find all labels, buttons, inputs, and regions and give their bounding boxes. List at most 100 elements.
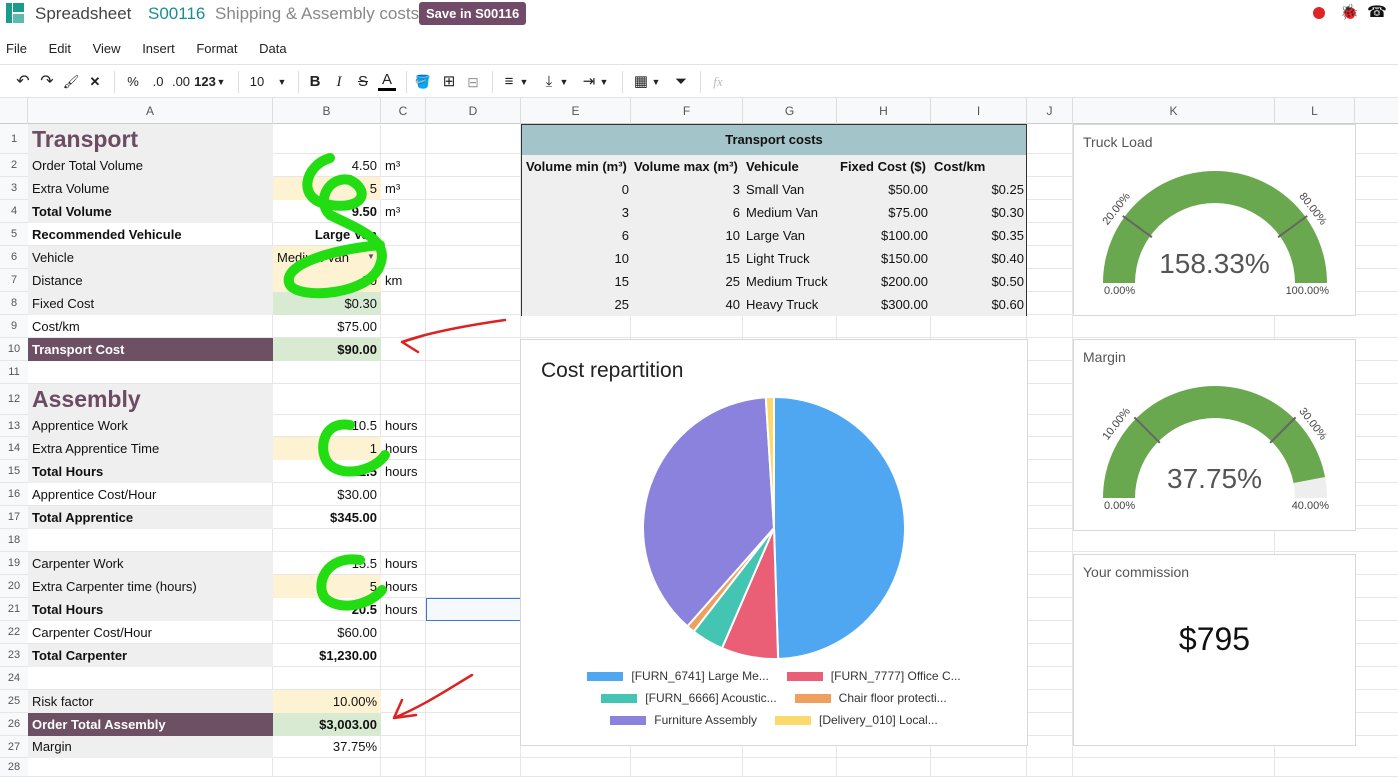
cell-a21[interactable]: Total Hours xyxy=(28,598,273,621)
cell-b13[interactable]: 10.5 xyxy=(273,415,381,437)
fill-color-icon[interactable]: 🪣 xyxy=(414,71,432,93)
row-header[interactable]: 21 xyxy=(0,598,28,621)
row-header[interactable]: 28 xyxy=(0,758,28,777)
cell-b7[interactable]: 50 xyxy=(273,269,381,292)
percent-button[interactable]: % xyxy=(124,71,142,93)
cell-b5[interactable]: Large Van xyxy=(273,223,381,246)
row-header[interactable]: 18 xyxy=(0,529,28,552)
phone-icon[interactable]: ☎ xyxy=(1367,2,1387,22)
cell-b22[interactable]: $60.00 xyxy=(273,621,381,644)
row-header[interactable]: 11 xyxy=(0,361,28,384)
unit-7[interactable]: km xyxy=(381,269,426,292)
table-icon[interactable]: ▦ xyxy=(632,71,650,93)
undo-icon[interactable]: ↶ xyxy=(14,71,32,93)
paint-format-icon[interactable]: 🖌 xyxy=(62,71,80,93)
column-header-c[interactable]: C xyxy=(381,98,426,124)
row-header[interactable]: 15 xyxy=(0,460,28,483)
bold-button[interactable]: B xyxy=(306,71,324,93)
column-header-g[interactable]: G xyxy=(743,98,837,124)
row-header[interactable]: 5 xyxy=(0,223,28,246)
row-header[interactable]: 25 xyxy=(0,690,28,713)
column-header-j[interactable]: J xyxy=(1027,98,1073,124)
column-header-f[interactable]: F xyxy=(631,98,743,124)
row-header[interactable]: 4 xyxy=(0,200,28,223)
cell-b8[interactable]: $0.30 xyxy=(273,292,381,315)
cell-b21[interactable]: 20.5 xyxy=(273,598,381,621)
cell-b25[interactable]: 10.00% xyxy=(273,690,381,713)
order-total-assembly-value[interactable]: $3,003.00 xyxy=(273,713,381,736)
cell-a2[interactable]: Order Total Volume xyxy=(28,154,273,177)
legend-item[interactable]: Furniture Assembly xyxy=(610,709,757,731)
redo-icon[interactable]: ↷ xyxy=(38,71,56,93)
row-header[interactable]: 2 xyxy=(0,154,28,177)
legend-item[interactable]: [FURN_6666] Acoustic... xyxy=(601,687,777,709)
transport-cost-label[interactable]: Transport Cost xyxy=(28,338,273,361)
pie-slice[interactable] xyxy=(773,395,906,660)
cell-a25[interactable]: Risk factor xyxy=(28,690,273,713)
text-color-button[interactable]: A xyxy=(378,71,396,91)
cell-a4[interactable]: Total Volume xyxy=(28,200,273,223)
row-header[interactable]: 19 xyxy=(0,552,28,575)
legend-item[interactable]: [Delivery_010] Local... xyxy=(774,709,938,731)
column-header-i[interactable]: I xyxy=(931,98,1027,124)
selected-cell[interactable] xyxy=(426,598,521,621)
cell-b6[interactable]: Medium Van xyxy=(273,246,381,269)
unit-20[interactable]: hours xyxy=(381,575,426,598)
vertical-align-icon[interactable]: ⤓ xyxy=(540,71,558,93)
menu-edit[interactable]: Edit xyxy=(49,36,71,62)
increase-decimals-button[interactable]: .00 xyxy=(170,71,192,93)
column-header-h[interactable]: H xyxy=(837,98,931,124)
cell-a17[interactable]: Total Apprentice xyxy=(28,506,273,529)
row-header[interactable]: 27 xyxy=(0,736,28,758)
row-header[interactable]: 16 xyxy=(0,483,28,506)
order-total-assembly-label[interactable]: Order Total Assembly xyxy=(28,713,273,736)
text-wrap-icon[interactable]: ⇥ xyxy=(580,71,598,93)
column-header-a[interactable]: A xyxy=(28,98,273,124)
chevron-down-icon[interactable]: ▼ xyxy=(598,71,610,93)
cell-a13[interactable]: Apprentice Work xyxy=(28,415,273,437)
font-size-select[interactable]: 10 xyxy=(246,71,268,93)
cell-a15[interactable]: Total Hours xyxy=(28,460,273,483)
cell-a20[interactable]: Extra Carpenter time (hours) xyxy=(28,575,273,598)
unit-19[interactable]: hours xyxy=(381,552,426,575)
unit-21[interactable]: hours xyxy=(381,598,426,621)
cell-b20[interactable]: 5 xyxy=(273,575,381,598)
chevron-down-icon[interactable]: ▼ xyxy=(650,71,662,93)
cost-repartition-chart[interactable]: Cost repartition [FURN_6741] Large Me...… xyxy=(520,339,1028,746)
cell-b23[interactable]: $1,230.00 xyxy=(273,644,381,667)
cell-b16[interactable]: $30.00 xyxy=(273,483,381,506)
legend-item[interactable]: [FURN_7777] Office C... xyxy=(786,665,961,687)
cell-a7[interactable]: Distance xyxy=(28,269,273,292)
cell-a3[interactable]: Extra Volume xyxy=(28,177,273,200)
chevron-down-icon[interactable]: ▼ xyxy=(558,71,570,93)
cell-a9[interactable]: Cost/km xyxy=(28,315,273,338)
transport-title[interactable]: Transport xyxy=(28,124,273,154)
unit-2[interactable]: m³ xyxy=(381,154,426,177)
cell-a5[interactable]: Recommended Vehicule xyxy=(28,223,273,246)
merge-cells-icon[interactable]: ⊟ xyxy=(464,71,482,93)
bug-icon[interactable]: 🐞 xyxy=(1340,3,1359,21)
chevron-down-icon[interactable]: ▼ xyxy=(518,71,530,93)
row-header[interactable]: 13 xyxy=(0,415,28,437)
row-header[interactable]: 20 xyxy=(0,575,28,598)
chevron-down-icon[interactable]: ▼ xyxy=(215,71,227,93)
gauge-card-1[interactable]: Margin 37.75% 0.00% 40.00% 10.00% 30.00% xyxy=(1073,339,1356,531)
row-header[interactable]: 12 xyxy=(0,384,28,415)
unit-13[interactable]: hours xyxy=(381,415,426,437)
strikethrough-button[interactable]: S xyxy=(354,71,372,93)
gauge-card-0[interactable]: Truck Load 158.33% 0.00% 100.00% 20.00% 80.00… xyxy=(1073,124,1356,316)
cell-a22[interactable]: Carpenter Cost/Hour xyxy=(28,621,273,644)
row-header[interactable]: 7 xyxy=(0,269,28,292)
cell-b3[interactable]: 5 xyxy=(273,177,381,200)
menu-format[interactable]: Format xyxy=(196,36,237,62)
menu-data[interactable]: Data xyxy=(259,36,286,62)
row-header[interactable]: 26 xyxy=(0,713,28,736)
cell-a23[interactable]: Total Carpenter xyxy=(28,644,273,667)
row-header[interactable]: 10 xyxy=(0,338,28,361)
cell-b4[interactable]: 9.50 xyxy=(273,200,381,223)
unit-3[interactable]: m³ xyxy=(381,177,426,200)
cell-b19[interactable]: 15.5 xyxy=(273,552,381,575)
cell-b15[interactable]: 11.5 xyxy=(273,460,381,483)
row-header[interactable]: 3 xyxy=(0,177,28,200)
cell-a19[interactable]: Carpenter Work xyxy=(28,552,273,575)
